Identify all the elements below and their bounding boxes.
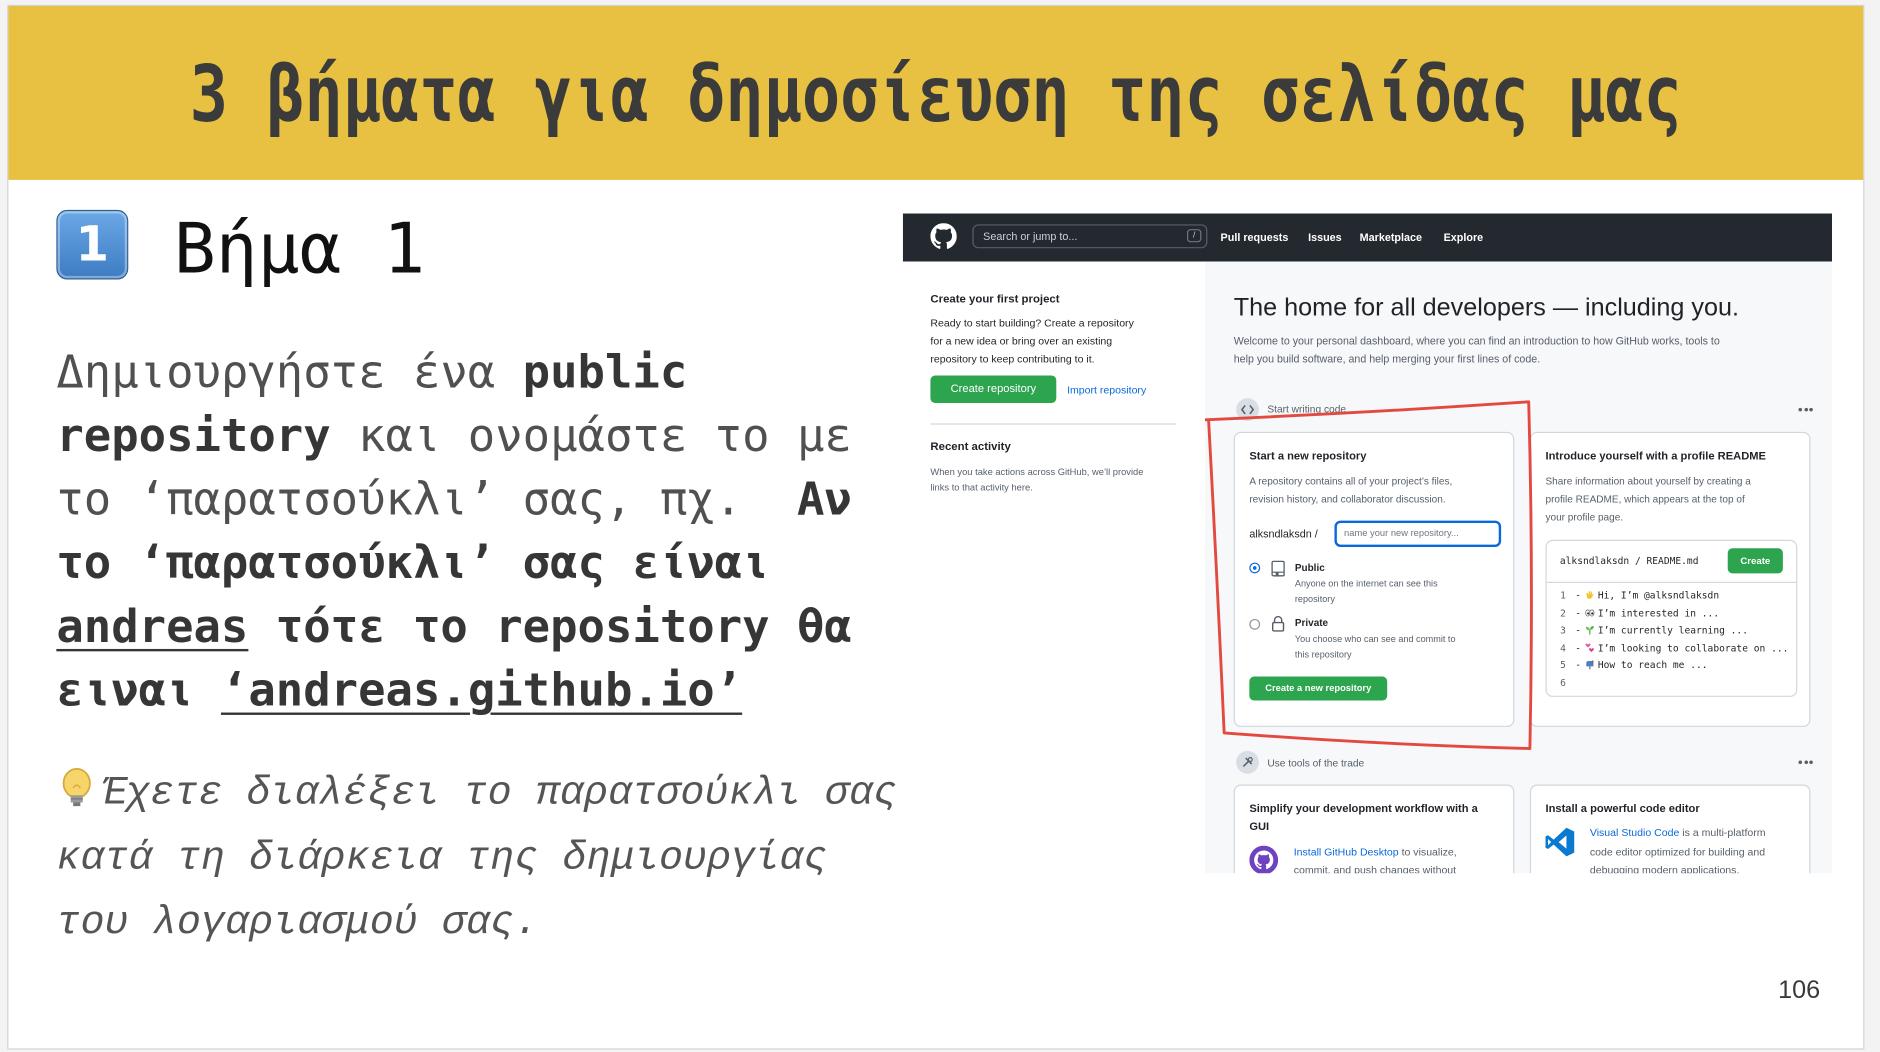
instructions-line-1: Δημιουργήστε ένα public: [56, 341, 852, 405]
more-options-icon: [1798, 760, 1813, 765]
desktop-text: Install GitHub Desktop to visualize, com…: [1293, 843, 1457, 874]
instr-bold: το ‘παρατσούκλι’ σας είναι: [56, 536, 770, 589]
editor-text-line: debugging modern applications.: [1589, 863, 1740, 874]
desktop-text-after-link: to visualize,: [1398, 845, 1457, 858]
editor-text-line: Visual Studio Code is a multi-platform: [1590, 824, 1766, 843]
lightbulb-icon: [62, 768, 91, 807]
slide-stage: 3 βήματα για δημοσίευση της σελίδας μας …: [0, 0, 1880, 1052]
instr-bold: public: [522, 345, 688, 399]
instr-bold: Αν: [796, 472, 852, 526]
desktop-text-line: commit, and push changes without: [1293, 863, 1457, 874]
instructions-line-4: το ‘παρατσούκλι’ σας είναι: [56, 531, 852, 595]
editor-text: Visual Studio Code is a multi-platform c…: [1590, 824, 1766, 873]
tip-line-1: Έχετε διαλέξει το παρατσούκλι σας: [56, 762, 897, 827]
desktop-title-line: Simplify your development workflow with …: [1249, 802, 1478, 815]
desktop-title-line: GUI: [1249, 820, 1270, 833]
instructions-line-2: repository και ονομάστε το με: [56, 404, 852, 468]
keycap-one-icon: 1: [56, 209, 129, 280]
editor-text-after-link: is a multi-platform: [1679, 826, 1766, 839]
tip-line-text: Έχετε διαλέξει το παρατσούκλι σας: [101, 771, 898, 817]
editor-text-line: code editor optimized for building and: [1589, 845, 1766, 858]
tip-line-2: κατά τη διάρκεια της δημιουργίας: [56, 836, 828, 882]
desktop-title: Simplify your development workflow with …: [1249, 800, 1478, 836]
instr-bold: ειναι: [56, 663, 221, 717]
red-highlight-outline: [1204, 400, 1533, 750]
instructions-line-3: το ‘παρατσούκλι’ σας, πχ. Αν: [56, 468, 852, 532]
tip-line-3: του λογαριασμού σας.: [56, 900, 539, 947]
instr-text: το ‘παρατσούκλι’ σας, πχ.: [56, 472, 797, 526]
code-editor-card: Install a powerful code editor Visual St…: [1529, 784, 1811, 874]
page-number: 106: [1778, 976, 1821, 1005]
github-desktop-card: Simplify your development workflow with …: [1233, 784, 1515, 874]
instructions-line-5: andreas τότε το repository θα: [56, 595, 852, 659]
instr-bold: τότε το repository θα: [248, 599, 852, 653]
tools-icon: [1236, 750, 1259, 774]
visual-studio-code-link: Visual Studio Code: [1589, 826, 1680, 839]
tip-text: Έχετε διαλέξει το παρατσούκλι σας κατά τ…: [56, 762, 897, 956]
slide-title: 3 βήματα για δημοσίευση της σελίδας μας: [189, 50, 1682, 140]
instr-text: Δημιουργήστε ένα: [56, 345, 523, 399]
install-github-desktop-link: Install GitHub Desktop: [1293, 845, 1399, 858]
step-heading: Βήμα 1: [173, 207, 426, 290]
editor-title: Install a powerful code editor: [1545, 802, 1700, 815]
desktop-text-line: Install GitHub Desktop to visualize,: [1294, 843, 1457, 861]
instr-example-nickname: andreas: [56, 599, 249, 653]
github-desktop-icon: [1249, 845, 1279, 874]
instructions-line-6: ειναι ‘andreas.github.io’: [56, 659, 852, 723]
instr-text: και ονομάστε το με: [330, 409, 852, 462]
instr-example-repo-name: ‘andreas.github.io’: [220, 663, 743, 717]
github-dashboard-screenshot: Search or jump to... / Pull requests Iss…: [902, 213, 1833, 874]
instructions-text: Δημιουργήστε ένα public repository και ο…: [56, 341, 852, 722]
vscode-icon: [1545, 827, 1575, 857]
section-use-tools: Use tools of the trade: [1267, 756, 1365, 769]
instr-bold: repository: [56, 409, 331, 462]
